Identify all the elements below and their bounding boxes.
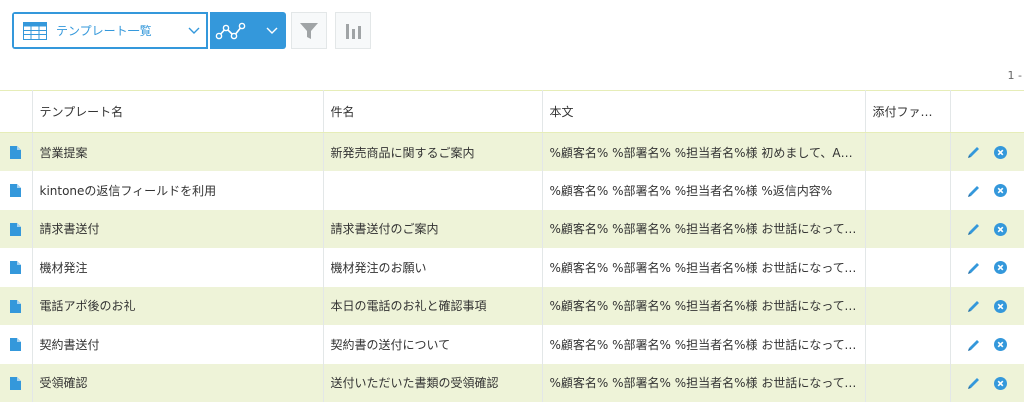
body-cell: %顧客名% %部署名% %担当者名%様 お世話になっております xyxy=(542,286,866,325)
delete-icon[interactable] xyxy=(994,299,1008,313)
document-icon[interactable] xyxy=(10,146,22,159)
document-icon[interactable] xyxy=(10,376,22,390)
edit-pencil-icon[interactable] xyxy=(967,299,981,313)
body-cell: %顧客名% %部署名% %担当者名%様 初めまして、ABCD商事の xyxy=(542,132,866,171)
document-icon[interactable] xyxy=(10,261,22,275)
view-selector[interactable]: テンプレート一覧 xyxy=(12,12,208,49)
body-cell: %顧客名% %部署名% %担当者名%様 お世話になっております xyxy=(542,325,866,364)
document-icon[interactable] xyxy=(10,184,22,198)
attachment-cell xyxy=(865,248,951,287)
template-name-cell: 電話アポ後のお礼 xyxy=(32,286,324,325)
body-cell: %顧客名% %部署名% %担当者名%様 お世話になっております xyxy=(542,363,866,402)
edit-pencil-icon[interactable] xyxy=(967,184,981,198)
record-detail-cell[interactable] xyxy=(0,286,33,325)
header-icon-column xyxy=(0,90,33,133)
table-row: 契約書送付 契約書の送付について %顧客名% %部署名% %担当者名%様 お世話… xyxy=(0,325,1024,364)
table-icon xyxy=(23,21,47,40)
actions-cell xyxy=(950,363,1024,402)
table-row: 請求書送付 請求書送付のご案内 %顧客名% %部署名% %担当者名%様 お世話に… xyxy=(0,209,1024,248)
delete-icon[interactable] xyxy=(994,338,1008,351)
template-name-cell: 機材発注 xyxy=(32,248,324,287)
attachment-cell xyxy=(865,363,951,402)
record-table: テンプレート名 件名 本文 添付ファイル 営業提案 新発売商品に関するご案内 %… xyxy=(0,90,1024,402)
chevron-down-icon xyxy=(188,27,200,34)
actions-cell xyxy=(950,209,1024,248)
edit-pencil-icon[interactable] xyxy=(967,222,981,236)
column-header[interactable]: 本文 xyxy=(542,90,866,133)
attachment-cell xyxy=(865,325,951,364)
document-icon[interactable] xyxy=(10,338,22,352)
delete-icon[interactable] xyxy=(994,145,1008,159)
actions-cell xyxy=(950,286,1024,325)
view-selector-inner: テンプレート一覧 xyxy=(14,14,206,47)
record-detail-cell[interactable] xyxy=(0,209,33,248)
actions-cell xyxy=(950,325,1024,364)
header-action-column xyxy=(950,90,1024,133)
table-row: 営業提案 新発売商品に関するご案内 %顧客名% %部署名% %担当者名%様 初め… xyxy=(0,132,1024,171)
template-name-cell: 受領確認 xyxy=(32,363,324,402)
document-icon[interactable] xyxy=(10,299,22,313)
record-detail-cell[interactable] xyxy=(0,132,33,171)
template-name-cell: 契約書送付 xyxy=(32,325,324,364)
column-header[interactable]: 件名 xyxy=(323,90,543,133)
delete-icon[interactable] xyxy=(994,261,1008,274)
column-header[interactable]: 添付ファイル xyxy=(865,90,951,133)
body-cell: %顧客名% %部署名% %担当者名%様 %返信内容% xyxy=(542,171,866,210)
subject-cell: 契約書の送付について xyxy=(323,325,543,364)
table-row: 機材発注 機材発注のお願い %顧客名% %部署名% %担当者名%様 お世話になっ… xyxy=(0,248,1024,287)
filter-icon xyxy=(300,22,318,39)
body-cell: %顧客名% %部署名% %担当者名%様 お世話になっております xyxy=(542,248,866,287)
graph-icon xyxy=(215,22,246,39)
delete-icon[interactable] xyxy=(994,184,1008,197)
chevron-down-icon xyxy=(266,27,278,34)
record-detail-cell[interactable] xyxy=(0,248,33,287)
subject-cell: 請求書送付のご案内 xyxy=(323,209,543,248)
attachment-cell xyxy=(865,171,951,210)
table-row: 電話アポ後のお礼 本日の電話のお礼と確認事項 %顧客名% %部署名% %担当者名… xyxy=(0,286,1024,325)
record-detail-cell[interactable] xyxy=(0,171,33,210)
attachment-cell xyxy=(865,286,951,325)
graph-button[interactable] xyxy=(210,12,286,49)
actions-cell xyxy=(950,171,1024,210)
stats-button[interactable] xyxy=(335,12,371,49)
edit-pencil-icon[interactable] xyxy=(967,145,981,159)
subject-cell: 送付いただいた書類の受領確認 xyxy=(323,363,543,402)
table-header-row: テンプレート名 件名 本文 添付ファイル xyxy=(0,90,1024,133)
body-cell: %顧客名% %部署名% %担当者名%様 お世話になっております xyxy=(542,209,866,248)
table-row: kintoneの返信フィールドを利用 %顧客名% %部署名% %担当者名%様 %… xyxy=(0,171,1024,210)
delete-icon[interactable] xyxy=(994,222,1008,236)
template-name-cell: 営業提案 xyxy=(32,132,324,171)
attachment-cell xyxy=(865,132,951,171)
edit-pencil-icon[interactable] xyxy=(967,261,981,275)
subject-cell: 新発売商品に関するご案内 xyxy=(323,132,543,171)
pagination: 1 - xyxy=(1007,69,1022,82)
subject-cell xyxy=(323,171,543,210)
template-name-cell: kintoneの返信フィールドを利用 xyxy=(32,171,324,210)
view-name: テンプレート一覧 xyxy=(56,24,152,38)
table-row: 受領確認 送付いただいた書類の受領確認 %顧客名% %部署名% %担当者名%様 … xyxy=(0,363,1024,402)
record-detail-cell[interactable] xyxy=(0,363,33,402)
filter-button[interactable] xyxy=(291,12,327,49)
toolbar: テンプレート一覧 xyxy=(12,12,371,49)
column-header[interactable]: テンプレート名 xyxy=(32,90,324,133)
record-detail-cell[interactable] xyxy=(0,325,33,364)
subject-cell: 機材発注のお願い xyxy=(323,248,543,287)
delete-icon[interactable] xyxy=(994,376,1008,390)
document-icon[interactable] xyxy=(10,222,22,236)
actions-cell xyxy=(950,248,1024,287)
bar-chart-icon xyxy=(346,23,361,39)
actions-cell xyxy=(950,132,1024,171)
template-name-cell: 請求書送付 xyxy=(32,209,324,248)
edit-pencil-icon[interactable] xyxy=(967,338,981,352)
attachment-cell xyxy=(865,209,951,248)
subject-cell: 本日の電話のお礼と確認事項 xyxy=(323,286,543,325)
edit-pencil-icon[interactable] xyxy=(967,376,981,390)
